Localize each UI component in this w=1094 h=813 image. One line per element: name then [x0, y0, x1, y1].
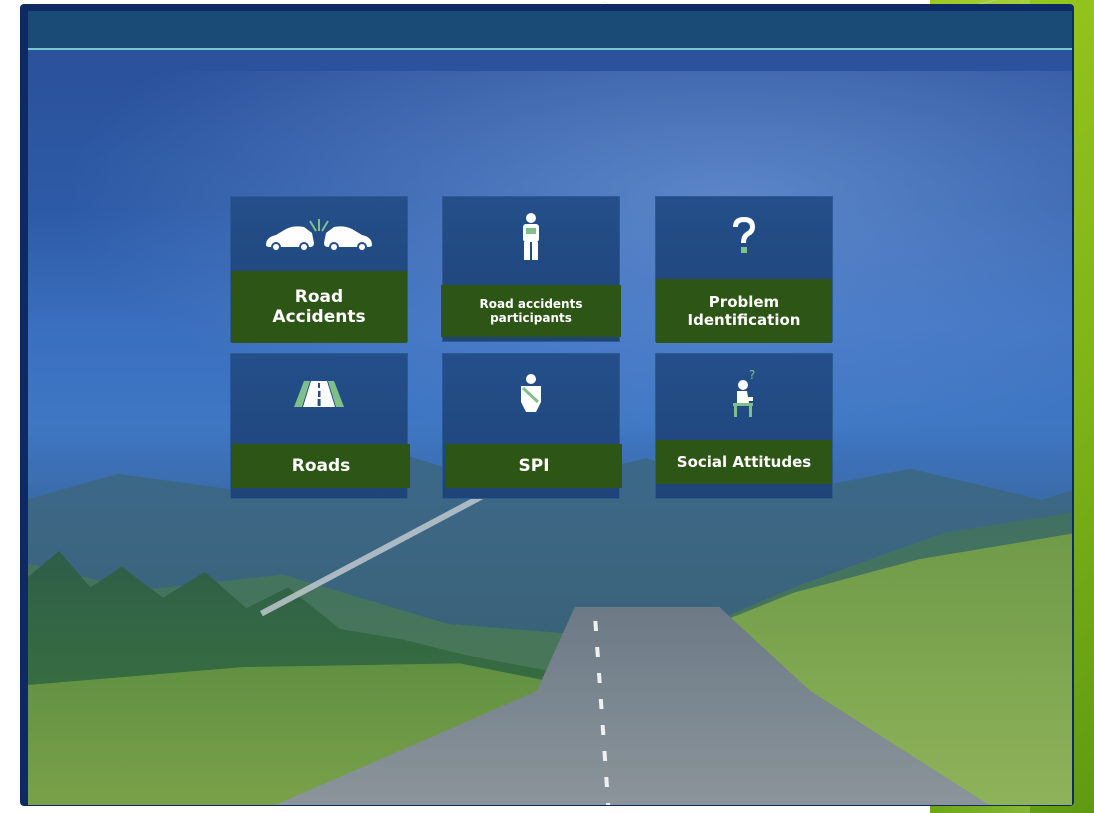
top-bar — [28, 11, 1072, 50]
question-mark-icon — [656, 197, 832, 277]
tile-label-road-accidents-participants: Road accidents participants — [441, 285, 621, 337]
tile-roads[interactable]: Roads — [230, 353, 410, 499]
tile-label-social-attitudes: Social Attitudes — [656, 440, 832, 484]
tile-spi[interactable]: SPI — [442, 353, 622, 499]
tile-road-accidents-participants[interactable]: Road accidents participants — [441, 196, 621, 342]
road-icon — [231, 354, 407, 434]
tile-social-attitudes[interactable]: ? Social Attitudes — [655, 353, 833, 499]
car-crash-icon — [231, 197, 407, 277]
tile-label-road-accidents: Road Accidents — [231, 271, 407, 343]
tile-road-accidents[interactable]: Road Accidents — [230, 196, 408, 343]
seatbelt-person-icon — [443, 354, 619, 434]
tile-label-spi: SPI — [446, 444, 622, 488]
thinking-person-icon: ? — [656, 354, 832, 434]
svg-text:?: ? — [749, 369, 755, 382]
person-icon — [443, 197, 619, 277]
tile-label-problem-identification: Problem Identification — [656, 279, 832, 343]
tile-label-roads: Roads — [232, 444, 410, 488]
tile-problem-identification[interactable]: Problem Identification — [655, 196, 833, 343]
